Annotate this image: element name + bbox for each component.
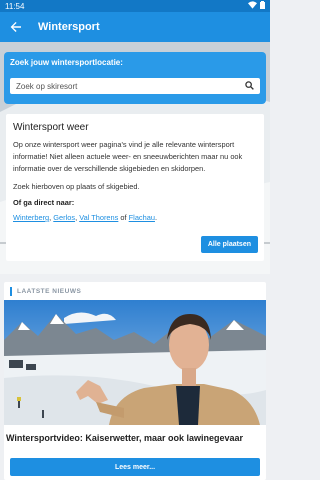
search-label: Zoek jouw wintersportlocatie: — [10, 58, 123, 67]
link-winterberg[interactable]: Winterberg — [13, 213, 49, 222]
info-paragraph: Op onze wintersport weer pagina's vind j… — [13, 140, 243, 173]
search-hint: Zoek hierboven op plaats of skigebied. — [13, 182, 140, 191]
battery-icon — [260, 1, 265, 11]
all-places-button[interactable]: Alle plaatsen — [200, 236, 258, 253]
news-image[interactable] — [4, 300, 266, 425]
page-title: Wintersport — [38, 21, 100, 33]
info-card: Wintersport weer Op onze wintersport wee… — [6, 114, 264, 261]
link-val-thorens[interactable]: Val Thorens — [79, 213, 118, 222]
news-section-header: LAATSTE NIEUWS — [4, 282, 266, 300]
news-card: LAATSTE NIEUWS — [4, 282, 266, 480]
search-icon[interactable] — [245, 77, 254, 95]
news-section-label: LAATSTE NIEUWS — [17, 287, 82, 295]
resort-links: Winterberg, Gerlos, Val Thorens of Flach… — [13, 213, 158, 222]
search-box[interactable] — [10, 78, 260, 94]
status-time: 11:54 — [5, 1, 25, 11]
direct-label: Of ga direct naar: — [13, 198, 75, 207]
search-card: Zoek jouw wintersportlocatie: — [4, 52, 266, 104]
link-gerlos[interactable]: Gerlos — [53, 213, 75, 222]
search-input[interactable] — [16, 81, 245, 91]
section-accent-bar — [10, 286, 12, 296]
news-headline[interactable]: Wintersportvideo: Kaiserwetter, maar ook… — [6, 433, 243, 443]
app-bar: Wintersport — [0, 12, 270, 42]
read-more-button[interactable]: Lees meer... — [10, 458, 260, 476]
wifi-icon — [248, 1, 257, 11]
info-title: Wintersport weer — [13, 122, 89, 133]
status-bar: 11:54 — [0, 0, 270, 12]
back-arrow-icon[interactable] — [8, 19, 24, 35]
link-flachau[interactable]: Flachau — [129, 213, 155, 222]
